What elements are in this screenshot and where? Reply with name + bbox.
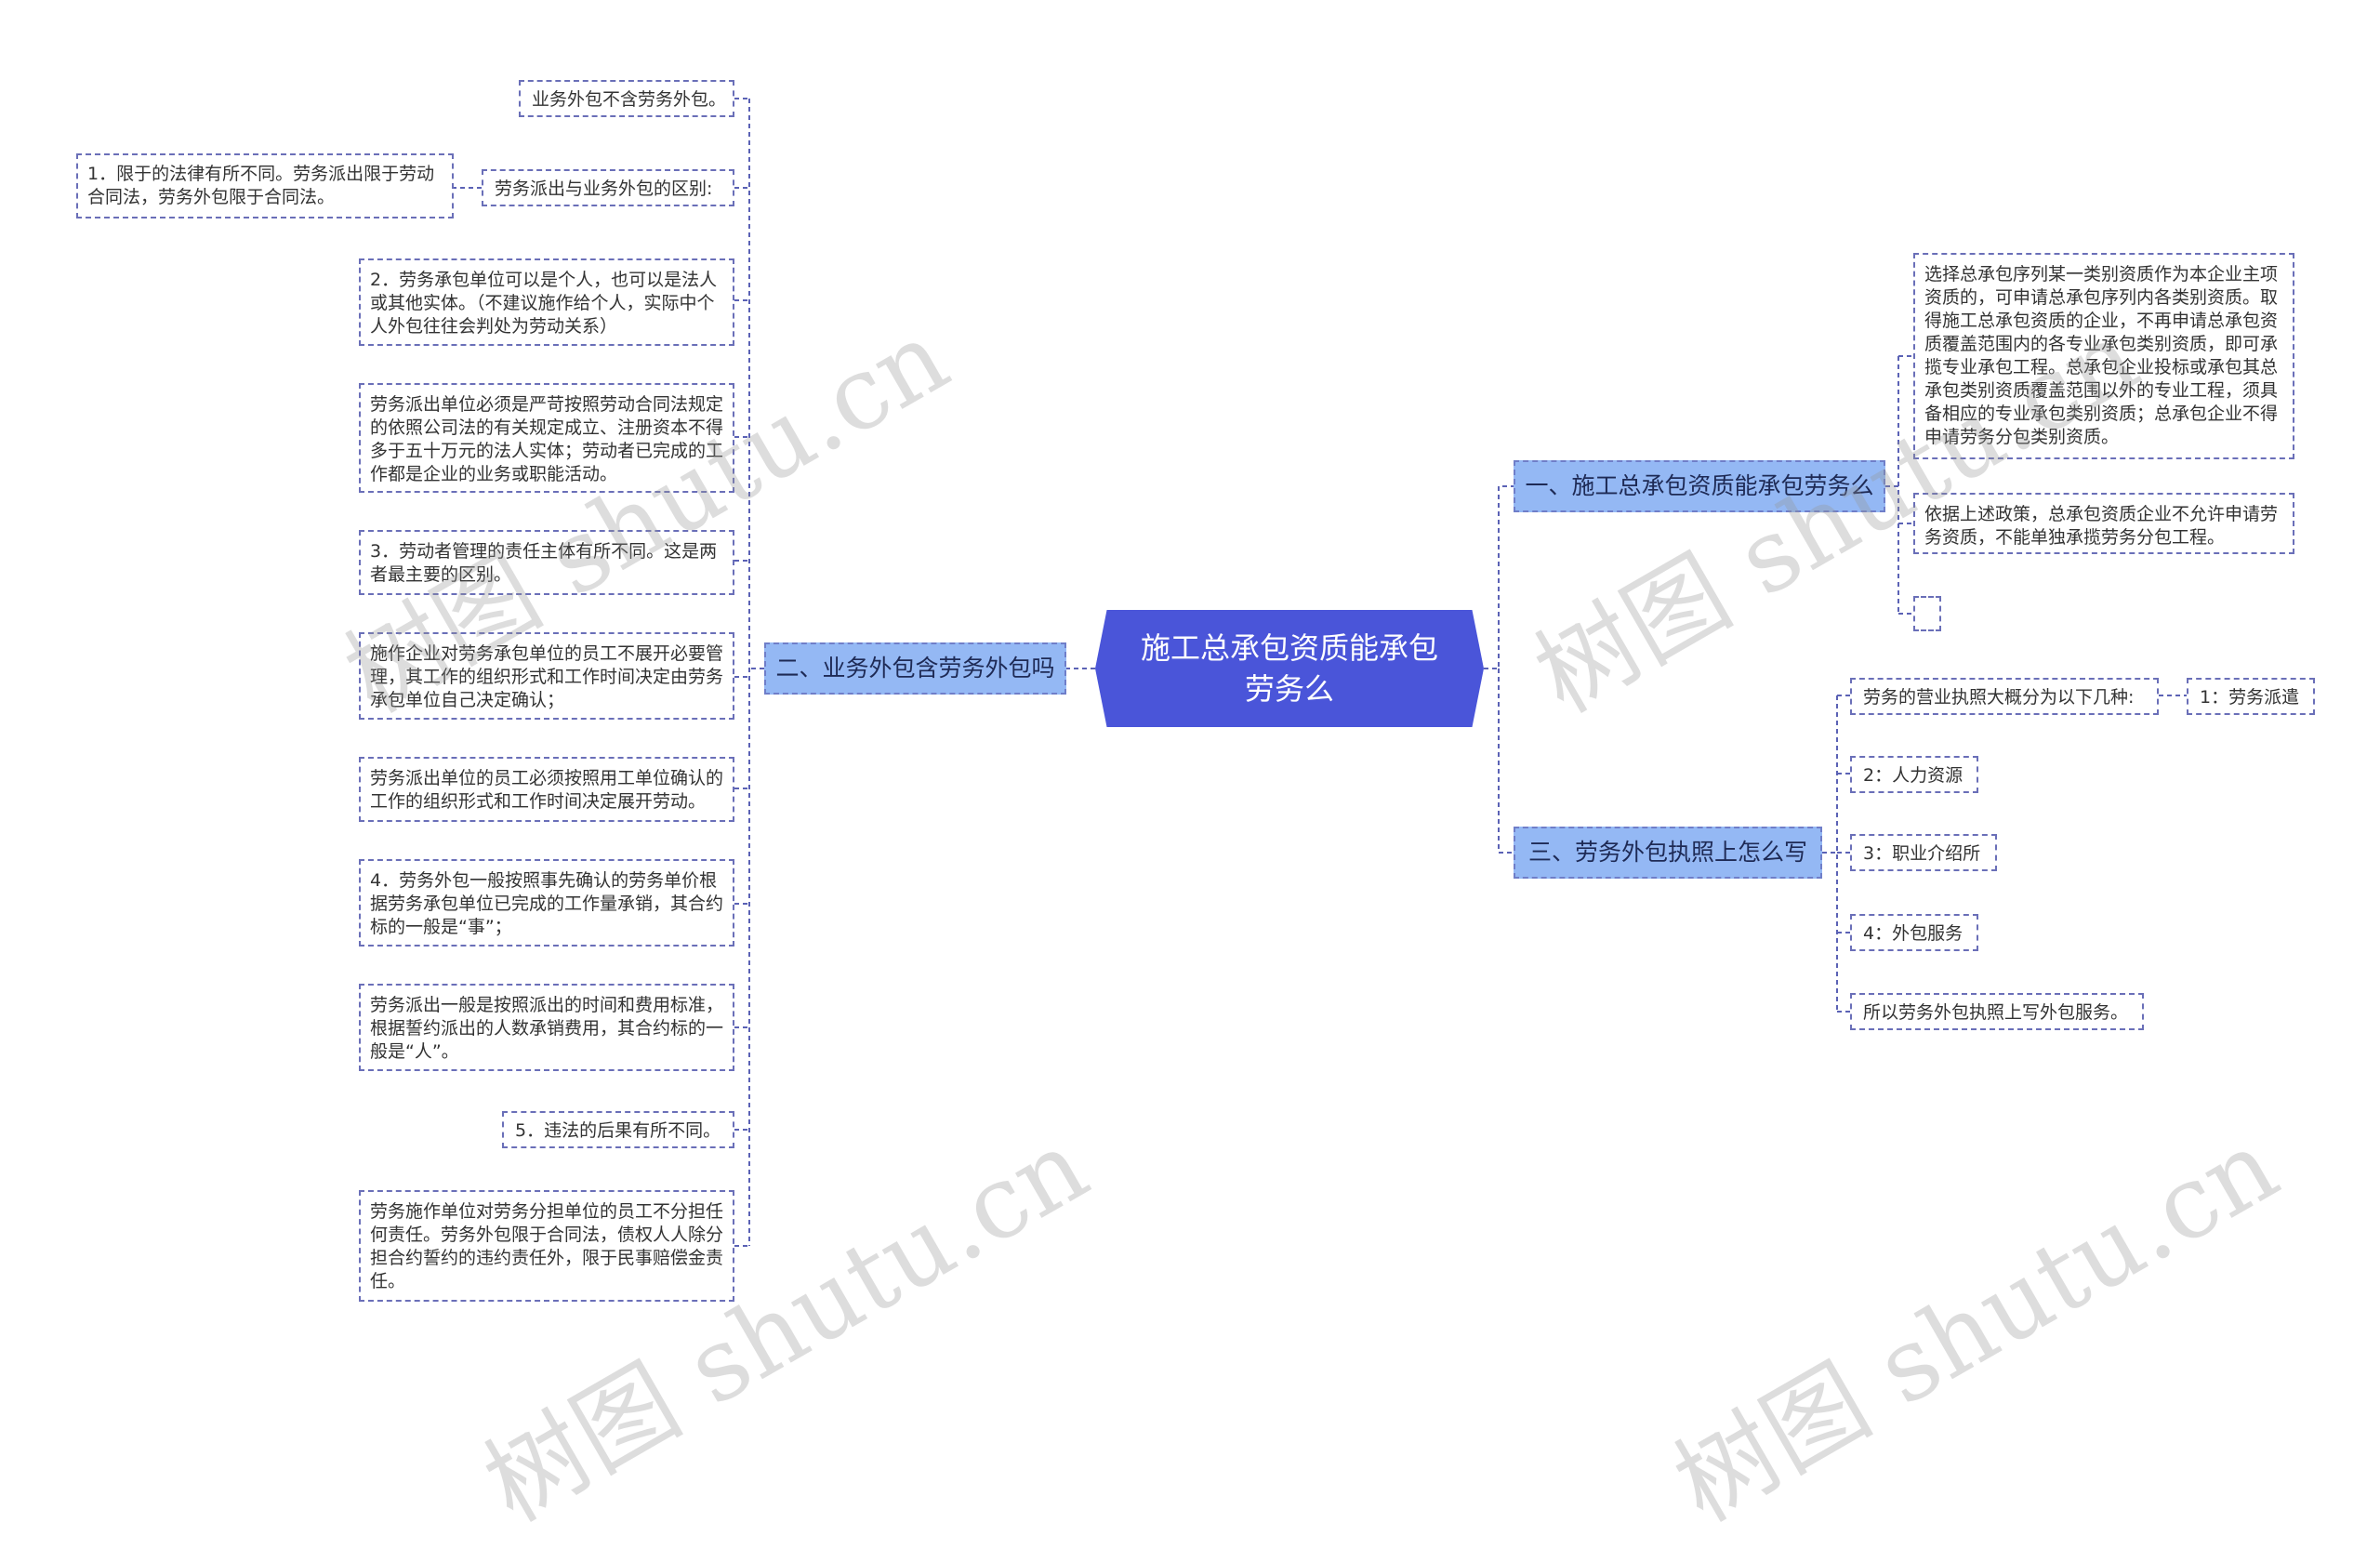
license-type-agency-text: 3：职业介绍所 [1863, 843, 1981, 864]
difference-law-note[interactable]: 1．限于的法律有所不同。劳务派出限于劳动合同法，劳务外包限于合同法。 [76, 153, 454, 218]
branch-license-label: 三、劳务外包执照上怎么写 [1528, 839, 1808, 866]
dispatch-management-note[interactable]: 劳务派出单位的员工必须按照用工单位确认的工作的组织形式和工作时间决定展开劳动。 [359, 757, 734, 822]
difference-law-text: 1．限于的法律有所不同。劳务派出限于劳动合同法，劳务外包限于合同法。 [87, 164, 435, 207]
license-type-agency[interactable]: 3：职业介绍所 [1850, 834, 1997, 871]
qualification-conclusion-text: 依据上述政策，总承包资质企业不允许申请劳务资质，不能单独承揽劳务分包工程。 [1924, 504, 2279, 548]
empty-note[interactable] [1913, 596, 1941, 631]
dispatch-entity-text: 劳务派出单位必须是严苛按照劳动合同法规定的依照公司法的有关规定成立、注册资本不得… [370, 394, 724, 484]
contractor-management-text: 施作企业对劳务承包单位的员工不展开必要管理，其工作的组织形式和工作时间决定由劳务… [370, 643, 724, 710]
branch-outsourcing-label: 二、业务外包含劳务外包吗 [775, 655, 1055, 682]
difference-heading-text: 劳务派出与业务外包的区别: [495, 179, 713, 199]
branch-outsourcing[interactable]: 二、业务外包含劳务外包吗 [764, 642, 1066, 695]
watermark: 树图 shutu.cn [1656, 1107, 2296, 1544]
management-difference-note[interactable]: 3．劳动者管理的责任主体有所不同。这是两者最主要的区别。 [359, 530, 734, 595]
qualification-policy-text: 选择总承包序列某一类别资质作为本企业主项资质的，可申请总承包序列内各类别资质。取… [1924, 264, 2279, 447]
dispatch-management-text: 劳务派出单位的员工必须按照用工单位确认的工作的组织形式和工作时间决定展开劳动。 [370, 768, 724, 812]
management-difference-text: 3．劳动者管理的责任主体有所不同。这是两者最主要的区别。 [370, 541, 718, 585]
license-type-outsourcing[interactable]: 4：外包服务 [1850, 914, 1978, 951]
qualification-policy-note[interactable]: 选择总承包序列某一类别资质作为本企业主项资质的，可申请总承包序列内各类别资质。取… [1913, 253, 2294, 459]
legal-consequence-text: 5．违法的后果有所不同。 [515, 1120, 721, 1141]
license-conclusion-text: 所以劳务外包执照上写外包服务。 [1863, 1002, 2129, 1023]
outsourcing-answer-text: 业务外包不含劳务外包。 [532, 89, 727, 110]
license-type-dispatch-text: 1：劳务派遣 [2200, 687, 2300, 708]
outsourcing-answer-note[interactable]: 业务外包不含劳务外包。 [519, 80, 734, 117]
root-topic[interactable]: 施工总承包资质能承包劳务么 [1095, 610, 1484, 727]
difference-contractor-note[interactable]: 2．劳务承包单位可以是个人，也可以是法人或其他实体。（不建议施作给个人，实际中个… [359, 258, 734, 346]
license-type-hr[interactable]: 2：人力资源 [1850, 756, 1978, 793]
dispatch-settlement-note[interactable]: 劳务派出一般是按照派出的时间和费用标准，根据誓约派出的人数承销费用，其合约标的一… [359, 984, 734, 1071]
license-types-text: 劳务的营业执照大概分为以下几种: [1863, 687, 2135, 708]
outsourcing-settlement-note[interactable]: 4．劳务外包一般按照事先确认的劳务单价根据劳务承包单位已完成的工作量承销，其合约… [359, 859, 734, 947]
dispatch-entity-note[interactable]: 劳务派出单位必须是严苛按照劳动合同法规定的依照公司法的有关规定成立、注册资本不得… [359, 383, 734, 493]
legal-consequence-note[interactable]: 5．违法的后果有所不同。 [502, 1111, 734, 1148]
branch-license[interactable]: 三、劳务外包执照上怎么写 [1514, 827, 1822, 879]
outsourcing-settlement-text: 4．劳务外包一般按照事先确认的劳务单价根据劳务承包单位已完成的工作量承销，其合约… [370, 870, 724, 937]
license-types-note[interactable]: 劳务的营业执照大概分为以下几种: [1850, 678, 2159, 715]
qualification-conclusion-note[interactable]: 依据上述政策，总承包资质企业不允许申请劳务资质，不能单独承揽劳务分包工程。 [1913, 493, 2294, 554]
contractor-management-note[interactable]: 施作企业对劳务承包单位的员工不展开必要管理，其工作的组织形式和工作时间决定由劳务… [359, 632, 734, 720]
root-topic-label: 施工总承包资质能承包劳务么 [1140, 630, 1438, 707]
dispatch-settlement-text: 劳务派出一般是按照派出的时间和费用标准，根据誓约派出的人数承销费用，其合约标的一… [370, 995, 724, 1062]
license-conclusion-note[interactable]: 所以劳务外包执照上写外包服务。 [1850, 993, 2144, 1030]
liability-note[interactable]: 劳务施作单位对劳务分担单位的员工不分担任何责任。劳务外包限于合同法，债权人人除分… [359, 1190, 734, 1302]
branch-qualification[interactable]: 一、施工总承包资质能承包劳务么 [1514, 460, 1885, 512]
branch-qualification-label: 一、施工总承包资质能承包劳务么 [1525, 472, 1874, 499]
difference-heading-note[interactable]: 劳务派出与业务外包的区别: [482, 169, 734, 206]
watermark: 树图 shutu.cn [466, 1107, 1106, 1544]
difference-contractor-text: 2．劳务承包单位可以是个人，也可以是法人或其他实体。（不建议施作给个人，实际中个… [370, 270, 718, 337]
license-type-hr-text: 2：人力资源 [1863, 765, 1964, 786]
license-type-outsourcing-text: 4：外包服务 [1863, 923, 1964, 944]
liability-text: 劳务施作单位对劳务分担单位的员工不分担任何责任。劳务外包限于合同法，债权人人除分… [370, 1201, 724, 1291]
license-type-dispatch[interactable]: 1：劳务派遣 [2187, 678, 2315, 715]
